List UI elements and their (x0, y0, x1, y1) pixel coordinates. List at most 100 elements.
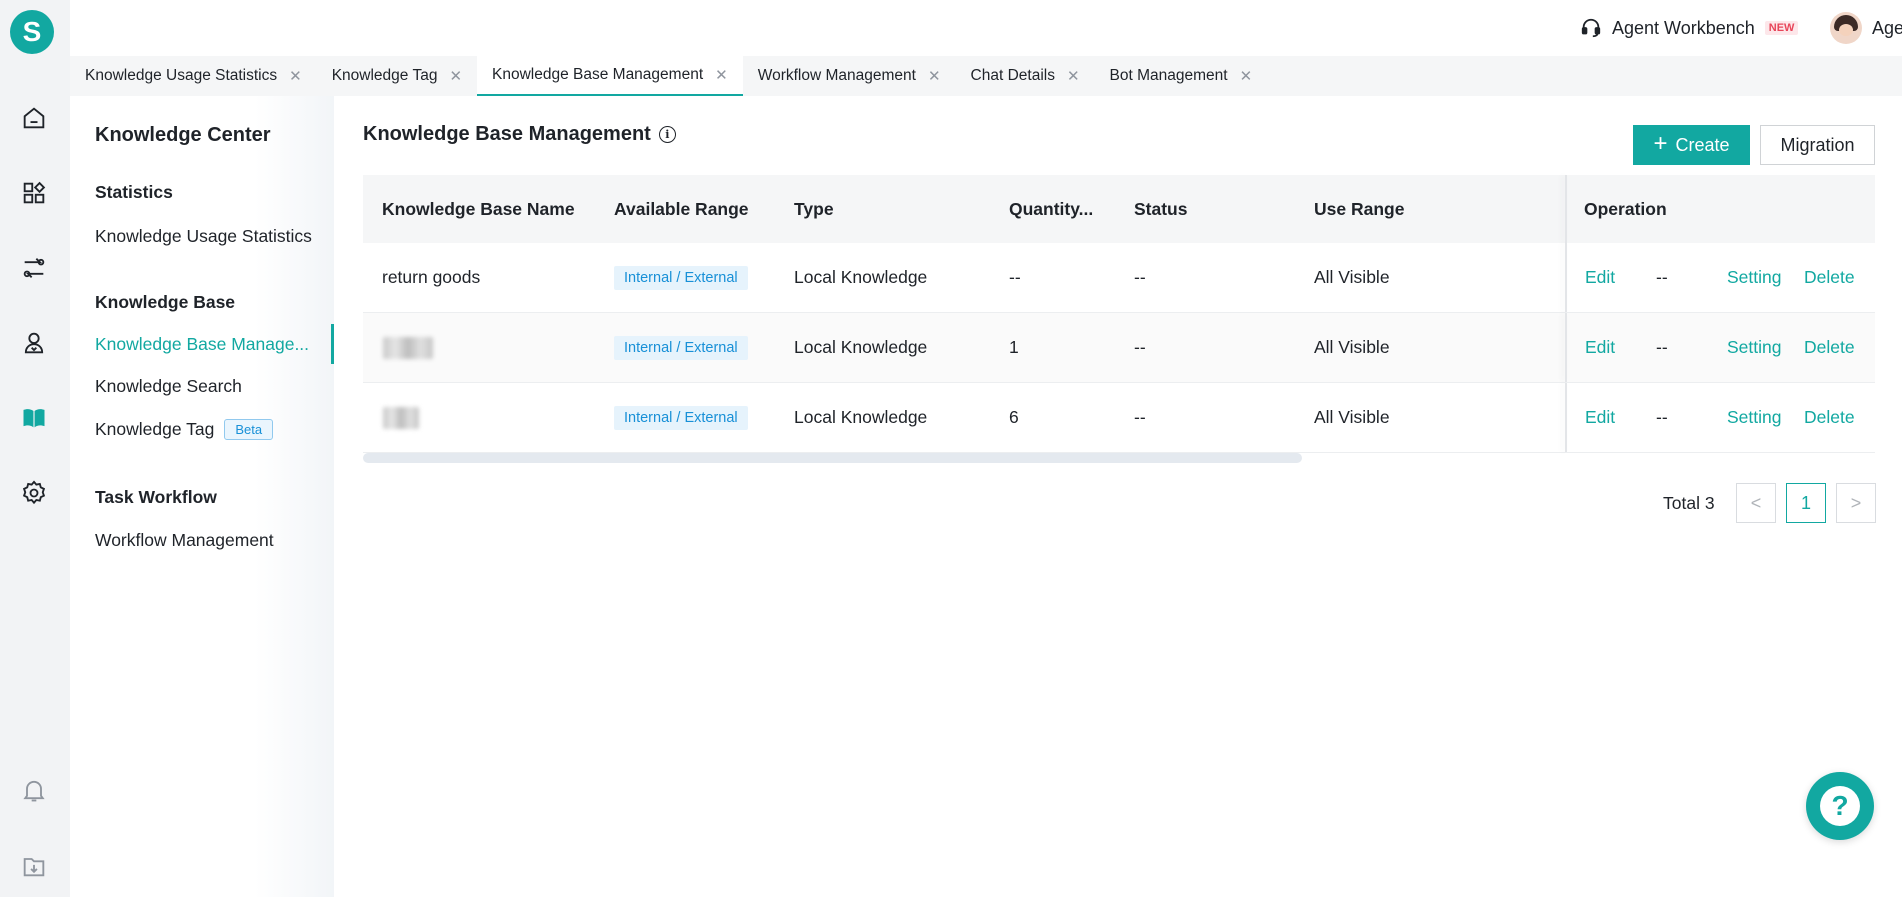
table-header: Knowledge Base Name Available Range Type… (363, 175, 1875, 243)
sidebar-title: Knowledge Center (95, 124, 271, 146)
sidebar-item-label: Knowledge Usage Statistics (95, 225, 312, 246)
page-1-button[interactable]: 1 (1786, 483, 1826, 523)
close-icon[interactable]: ✕ (715, 66, 728, 84)
user-menu[interactable]: Agent (1830, 12, 1902, 44)
sidebar-group-statistics: Statistics (95, 182, 173, 202)
column-header: Use Range (1314, 198, 1405, 219)
close-icon[interactable]: ✕ (449, 67, 462, 85)
sidebar-item-workflow-management[interactable]: Workflow Management (70, 520, 334, 560)
help-button[interactable]: ? (1806, 772, 1874, 840)
edit-link[interactable]: Edit (1585, 407, 1615, 428)
sidebar-item-knowledge-base-management[interactable]: Knowledge Base Manage... (70, 324, 334, 364)
knowledge-sidebar: Knowledge Center Statistics Knowledge Us… (70, 96, 334, 897)
delete-link[interactable]: Delete (1804, 267, 1855, 288)
edit-link[interactable]: Edit (1585, 267, 1615, 288)
flow-icon[interactable] (19, 253, 49, 283)
user-name: Agent (1872, 17, 1902, 38)
table-row: Internal / External Local Knowledge 1 --… (363, 313, 1875, 383)
tab-knowledge-usage-statistics[interactable]: Knowledge Usage Statistics ✕ (70, 56, 317, 96)
column-header: Available Range (614, 198, 749, 219)
agent-workbench-link[interactable]: Agent Workbench NEW (1580, 14, 1799, 42)
left-rail: S (0, 0, 70, 897)
avatar (1830, 12, 1862, 44)
page-tabs: Knowledge Usage Statistics ✕ Knowledge T… (70, 56, 1902, 96)
page-title: Knowledge Base Management i (363, 123, 676, 146)
edit-link[interactable]: Edit (1585, 337, 1615, 358)
kb-type: Local Knowledge (794, 407, 928, 427)
fixed-column-divider (1565, 383, 1567, 452)
horizontal-scrollbar[interactable] (363, 453, 1302, 463)
column-header: Type (794, 198, 834, 219)
sidebar-item-knowledge-tag[interactable]: Knowledge Tag Beta (70, 409, 334, 449)
knowledge-base-table: Knowledge Base Name Available Range Type… (363, 175, 1875, 453)
app-logo[interactable]: S (10, 10, 54, 54)
next-page-button[interactable]: > (1836, 483, 1876, 523)
home-icon[interactable] (19, 103, 49, 133)
close-icon[interactable]: ✕ (1240, 67, 1253, 85)
tab-label: Knowledge Base Management (492, 66, 704, 83)
kb-status: -- (1134, 267, 1146, 287)
kb-name[interactable]: return goods (382, 267, 480, 288)
apps-icon[interactable] (19, 178, 49, 208)
create-label: Create (1675, 134, 1730, 155)
tab-label: Chat Details (970, 67, 1055, 84)
close-icon[interactable]: ✕ (928, 67, 941, 85)
plus-icon: + (1653, 130, 1668, 157)
migration-button[interactable]: Migration (1760, 125, 1875, 165)
setting-link[interactable]: Setting (1727, 407, 1781, 428)
download-icon[interactable] (19, 851, 49, 881)
create-button[interactable]: + Create (1633, 125, 1750, 165)
bell-icon[interactable] (19, 775, 49, 805)
table-row: return goods Internal / External Local K… (363, 243, 1875, 313)
tab-workflow-management[interactable]: Workflow Management ✕ (743, 56, 956, 96)
info-icon[interactable]: i (658, 126, 676, 143)
op-placeholder: -- (1656, 407, 1668, 427)
top-header: Agent Workbench NEW Agent (70, 0, 1902, 56)
setting-link[interactable]: Setting (1727, 337, 1781, 358)
close-icon[interactable]: ✕ (289, 67, 302, 85)
tab-knowledge-tag[interactable]: Knowledge Tag ✕ (317, 56, 477, 96)
sidebar-item-knowledge-usage-statistics[interactable]: Knowledge Usage Statistics (70, 216, 334, 256)
kb-use-range: All Visible (1314, 337, 1390, 357)
fixed-column-divider (1565, 243, 1567, 312)
sidebar-item-label: Workflow Management (95, 529, 274, 550)
sidebar-item-label: Knowledge Base Manage... (95, 333, 310, 354)
op-placeholder: -- (1656, 267, 1668, 287)
kb-use-range: All Visible (1314, 407, 1390, 427)
fixed-column-divider (1565, 313, 1567, 382)
column-header[interactable]: Quantity... (1009, 199, 1093, 220)
available-range-tag: Internal / External (614, 335, 748, 360)
tab-label: Workflow Management (757, 67, 916, 84)
available-range-tag: Internal / External (614, 265, 748, 290)
sidebar-item-label: Knowledge Tag (95, 418, 215, 439)
kb-use-range: All Visible (1314, 267, 1390, 287)
knowledge-book-icon[interactable] (19, 403, 49, 433)
tab-bot-management[interactable]: Bot Management ✕ (1095, 56, 1268, 96)
delete-link[interactable]: Delete (1804, 337, 1855, 358)
prev-page-button[interactable]: < (1736, 483, 1776, 523)
tab-knowledge-base-management[interactable]: Knowledge Base Management ✕ (477, 56, 743, 96)
settings-icon[interactable] (19, 478, 49, 508)
table-row: Internal / External Local Knowledge 6 --… (363, 383, 1875, 453)
sidebar-group-task-workflow: Task Workflow (95, 487, 217, 507)
new-badge: NEW (1764, 21, 1799, 35)
setting-link[interactable]: Setting (1727, 267, 1781, 288)
close-icon[interactable]: ✕ (1067, 67, 1080, 85)
column-header: Knowledge Base Name (382, 198, 575, 219)
kb-status: -- (1134, 407, 1146, 427)
fixed-column-divider (1565, 175, 1567, 243)
sidebar-item-knowledge-search[interactable]: Knowledge Search (70, 366, 334, 406)
kb-quantity: 6 (1009, 407, 1019, 427)
kb-type: Local Knowledge (794, 337, 928, 357)
tab-label: Knowledge Usage Statistics (85, 67, 278, 84)
question-icon: ? (1820, 786, 1860, 826)
kb-type: Local Knowledge (794, 267, 928, 287)
kb-quantity: -- (1009, 267, 1021, 287)
tab-label: Bot Management (1109, 67, 1228, 84)
kb-status: -- (1134, 337, 1146, 357)
op-placeholder: -- (1656, 337, 1668, 357)
tab-chat-details[interactable]: Chat Details ✕ (956, 56, 1095, 96)
bot-icon[interactable] (19, 328, 49, 358)
delete-link[interactable]: Delete (1804, 407, 1855, 428)
column-header: Status (1134, 198, 1188, 219)
